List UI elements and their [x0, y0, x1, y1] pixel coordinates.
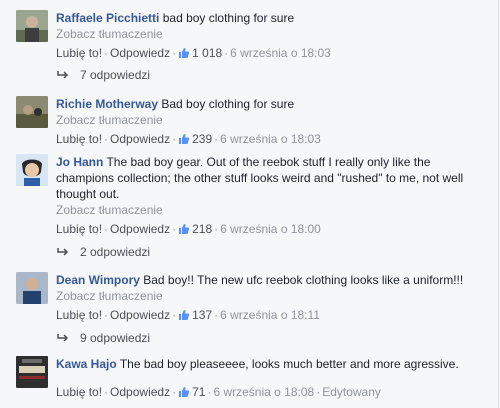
translate-link[interactable]: Zobacz tłumaczenie [56, 288, 486, 304]
replies-count: 9 odpowiedzi [80, 331, 151, 345]
comment-actions: Lubię to! · Odpowiedz · 1 018 · 6 września o 1… [56, 46, 331, 60]
thumbs-up-icon [179, 48, 190, 58]
avatar[interactable] [16, 356, 48, 388]
edited-label[interactable]: Edytowany [322, 385, 381, 399]
reply-button[interactable]: Odpowiedz [110, 46, 170, 60]
comment-author[interactable]: Richie Motherway [56, 97, 158, 111]
translate-link[interactable]: Zobacz tłumaczenie [56, 202, 486, 218]
comment-author[interactable]: Jo Hann [56, 155, 103, 169]
avatar[interactable] [16, 96, 48, 128]
comment-timestamp[interactable]: 6 września o 18:03 [220, 132, 321, 146]
comment-author[interactable]: Raffaele Picchietti [56, 11, 159, 25]
reply-arrow-icon [57, 71, 69, 79]
replies-link[interactable]: 7 odpowiedzi [56, 68, 150, 82]
comment-text: bad boy clothing for sure [162, 11, 295, 25]
avatar[interactable] [16, 154, 48, 186]
thumbs-up-icon [179, 134, 190, 144]
like-count[interactable]: 71 [178, 385, 205, 399]
reply-button[interactable]: Odpowiedz [110, 132, 170, 146]
profile-photo-icon [16, 272, 48, 304]
translate-link[interactable]: Zobacz tłumaczenie [56, 26, 486, 42]
replies-link[interactable]: 9 odpowiedzi [56, 331, 150, 345]
like-count-value: 137 [192, 308, 213, 322]
comment-actions: Lubię to! · Odpowiedz · 137 · 6 września o 18:… [56, 308, 320, 322]
comment-text: The bad boy pleaseeee, looks much better… [119, 357, 459, 371]
thumbs-up-icon [179, 224, 190, 234]
avatar[interactable] [16, 272, 48, 304]
profile-photo-icon [16, 356, 48, 388]
like-button[interactable]: Lubię to! [56, 132, 102, 146]
like-count-value: 239 [192, 132, 213, 146]
comment-timestamp[interactable]: 6 września o 18:03 [230, 46, 331, 60]
reply-arrow-icon [57, 248, 69, 256]
comment-timestamp[interactable]: 6 września o 18:08 [213, 385, 314, 399]
comment-timestamp[interactable]: 6 września o 18:11 [220, 308, 320, 322]
like-count-value: 218 [192, 222, 213, 236]
comment-text: The bad boy gear. Out of the reebok stuf… [56, 155, 464, 201]
translate-link[interactable]: Zobacz tłumaczenie [56, 112, 486, 128]
profile-photo-icon [16, 96, 48, 128]
replies-count: 7 odpowiedzi [80, 68, 151, 82]
like-count-value: 71 [192, 385, 206, 399]
comment-text: Bad boy!! The new ufc reebok clothing lo… [143, 273, 464, 287]
reply-button[interactable]: Odpowiedz [110, 308, 170, 322]
comment-actions: Lubię to! · Odpowiedz · 218 · 6 września o 18:… [56, 222, 321, 236]
like-button[interactable]: Lubię to! [56, 385, 102, 399]
replies-count: 2 odpowiedzi [80, 245, 151, 259]
comment-author[interactable]: Kawa Hajo [56, 357, 117, 371]
like-button[interactable]: Lubię to! [56, 222, 102, 236]
like-count[interactable]: 239 [178, 132, 212, 146]
profile-photo-icon [16, 154, 48, 186]
reply-button[interactable]: Odpowiedz [110, 385, 170, 399]
comment-actions: Lubię to! · Odpowiedz · 71 · 6 września o 18:0… [56, 385, 381, 399]
comment-timestamp[interactable]: 6 września o 18:00 [220, 222, 321, 236]
right-border [498, 0, 499, 408]
thumbs-up-icon [179, 387, 190, 397]
like-count-value: 1 018 [192, 46, 223, 60]
reply-arrow-icon [57, 334, 69, 342]
avatar[interactable] [16, 10, 48, 42]
reply-button[interactable]: Odpowiedz [110, 222, 170, 236]
comment-actions: Lubię to! · Odpowiedz · 239 · 6 września o 18:… [56, 132, 321, 146]
like-count[interactable]: 218 [178, 222, 212, 236]
comment-text: Bad boy clothing for sure [161, 97, 295, 111]
replies-link[interactable]: 2 odpowiedzi [56, 245, 150, 259]
like-button[interactable]: Lubię to! [56, 308, 102, 322]
profile-photo-icon [16, 10, 48, 42]
like-button[interactable]: Lubię to! [56, 46, 102, 60]
thumbs-up-icon [179, 310, 190, 320]
like-count[interactable]: 137 [178, 308, 212, 322]
comment-author[interactable]: Dean Wimpory [56, 273, 140, 287]
like-count[interactable]: 1 018 [178, 46, 222, 60]
